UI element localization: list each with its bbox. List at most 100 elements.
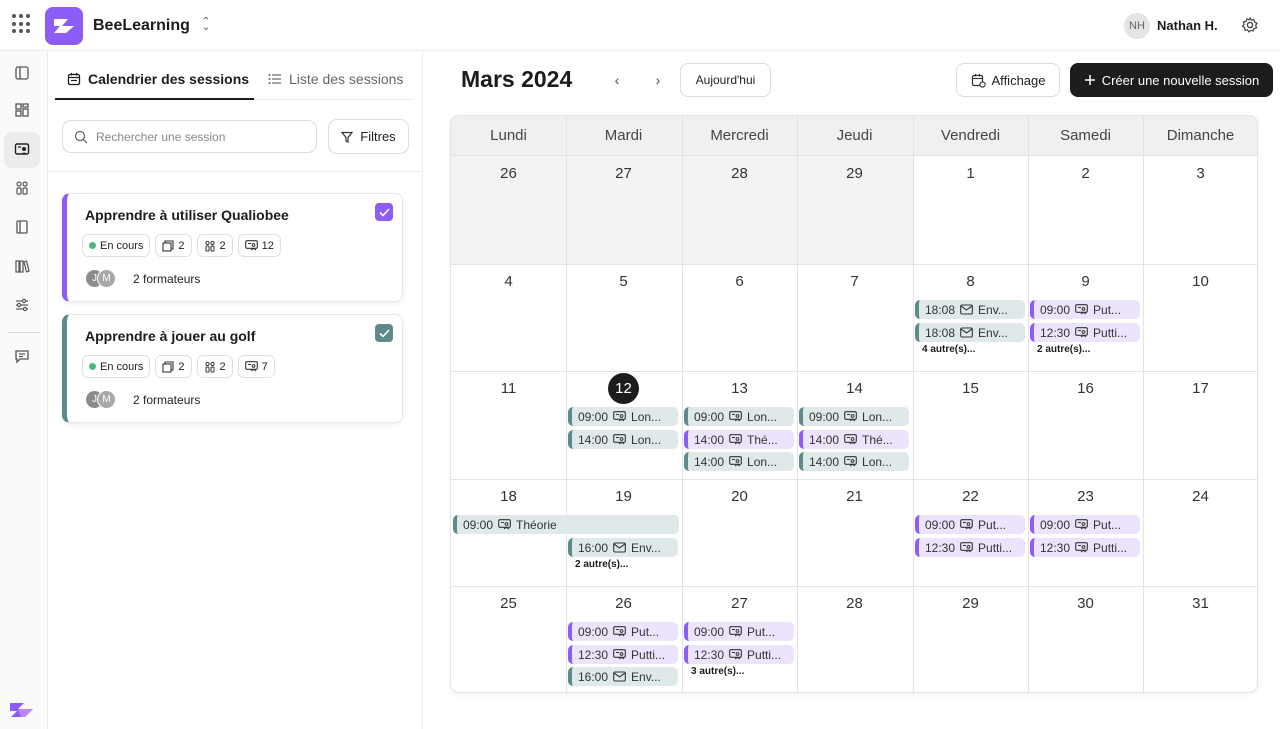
calendar-event[interactable]: 09:00 Put...: [684, 622, 794, 641]
today-date-badge[interactable]: 12: [608, 373, 639, 404]
calendar-event[interactable]: 16:00 Env...: [568, 667, 678, 686]
date-number[interactable]: 27: [682, 595, 797, 612]
date-number[interactable]: 6: [682, 273, 797, 290]
calendar-event[interactable]: 14:00 Lon...: [684, 452, 794, 471]
date-number[interactable]: 1: [913, 165, 1028, 182]
date-number[interactable]: 16: [1028, 380, 1143, 397]
date-number[interactable]: 9: [1028, 273, 1143, 290]
date-number[interactable]: 19: [566, 488, 681, 505]
session-card[interactable]: Apprendre à utiliser Qualiobee En cours 2 2…: [62, 193, 403, 302]
date-number[interactable]: 29: [913, 595, 1028, 612]
user-avatar[interactable]: NH: [1124, 13, 1150, 39]
calendar-event[interactable]: 14:00 Thé...: [684, 430, 794, 449]
learners-chip-value: 2: [219, 239, 226, 252]
calendar-event[interactable]: 09:00 Put...: [1030, 300, 1140, 319]
calendar-event[interactable]: 09:00 Put...: [915, 515, 1025, 534]
library-icon[interactable]: [4, 248, 40, 284]
date-number[interactable]: 13: [682, 380, 797, 397]
user-name[interactable]: Nathan H.: [1157, 18, 1218, 33]
date-number[interactable]: 27: [566, 165, 681, 182]
more-events-link[interactable]: 3 autre(s)...: [691, 666, 744, 677]
app-switcher-icon[interactable]: ⌃ ⌄: [201, 17, 211, 33]
calendar-event[interactable]: 09:00 Put...: [1030, 515, 1140, 534]
date-number[interactable]: 22: [913, 488, 1028, 505]
date-number[interactable]: 14: [797, 380, 912, 397]
app-name[interactable]: BeeLearning: [93, 17, 190, 35]
search-input[interactable]: [96, 129, 306, 144]
date-number[interactable]: 11: [451, 380, 566, 397]
calendar-event[interactable]: 09:00 Théorie: [453, 515, 679, 534]
date-number[interactable]: 21: [797, 488, 912, 505]
date-number[interactable]: 15: [913, 380, 1028, 397]
sidebar-toggle-icon[interactable]: [4, 55, 40, 91]
dashboard-icon[interactable]: [4, 92, 40, 128]
calendar-event[interactable]: 14:00 Lon...: [799, 452, 909, 471]
date-number[interactable]: 29: [797, 165, 912, 182]
messages-icon[interactable]: [4, 338, 40, 374]
date-number[interactable]: 18: [451, 488, 566, 505]
settings-sliders-icon[interactable]: [4, 287, 40, 323]
date-number[interactable]: 3: [1143, 165, 1257, 182]
tab-calendar[interactable]: Calendrier des sessions: [67, 71, 249, 87]
next-month-chevron-icon[interactable]: ›: [648, 69, 668, 91]
filters-button[interactable]: Filtres: [328, 119, 409, 154]
date-number[interactable]: 31: [1143, 595, 1257, 612]
sessions-icon[interactable]: [4, 132, 40, 168]
display-button[interactable]: Affichage: [956, 63, 1060, 97]
date-number[interactable]: 20: [682, 488, 797, 505]
calendar-event[interactable]: 16:00 Env...: [568, 538, 678, 557]
calendar-event[interactable]: 09:00 Lon...: [568, 407, 678, 426]
trainer-avatars: JM: [85, 269, 116, 288]
event-title: Lon...: [631, 409, 662, 424]
learners-icon[interactable]: [4, 170, 40, 206]
date-number[interactable]: 28: [797, 595, 912, 612]
status-dot-icon: [89, 242, 96, 249]
more-events-link[interactable]: 2 autre(s)...: [575, 559, 628, 570]
checkbox-checked-icon[interactable]: [375, 203, 393, 221]
calendar-event[interactable]: 12:30 Putti...: [568, 645, 678, 664]
calendar-event[interactable]: 12:30 Putti...: [915, 538, 1025, 557]
app-logo[interactable]: [45, 7, 83, 45]
date-number[interactable]: 7: [797, 273, 912, 290]
search-box[interactable]: [62, 120, 317, 153]
checkbox-checked-icon[interactable]: [375, 324, 393, 342]
date-number[interactable]: 4: [451, 273, 566, 290]
calendar-event[interactable]: 12:30 Putti...: [1030, 323, 1140, 342]
apps-grid-icon[interactable]: [12, 14, 32, 34]
today-button[interactable]: Aujourd'hui: [680, 63, 771, 97]
calendar-event[interactable]: 14:00 Lon...: [568, 430, 678, 449]
date-number[interactable]: 24: [1143, 488, 1257, 505]
date-number[interactable]: 23: [1028, 488, 1143, 505]
date-number[interactable]: 28: [682, 165, 797, 182]
calendar-event[interactable]: 09:00 Put...: [568, 622, 678, 641]
more-events-link[interactable]: 4 autre(s)...: [922, 344, 975, 355]
event-title: Putti...: [631, 647, 666, 662]
settings-gear-icon[interactable]: [1241, 16, 1259, 34]
calendar-event[interactable]: 12:30 Putti...: [684, 645, 794, 664]
event-time: 09:00: [463, 517, 494, 532]
create-session-button[interactable]: Créer une nouvelle session: [1070, 63, 1273, 97]
more-events-link[interactable]: 2 autre(s)...: [1037, 344, 1090, 355]
date-number[interactable]: 8: [913, 273, 1028, 290]
date-number[interactable]: 5: [566, 273, 681, 290]
event-time: 18:08: [925, 302, 956, 317]
calendar-event[interactable]: 14:00 Thé...: [799, 430, 909, 449]
tab-list[interactable]: Liste des sessions: [268, 71, 403, 87]
date-number[interactable]: 26: [566, 595, 681, 612]
date-number[interactable]: 26: [451, 165, 566, 182]
mail-icon: [613, 542, 626, 553]
calendar-event[interactable]: 12:30 Putti...: [1030, 538, 1140, 557]
previous-month-chevron-icon[interactable]: ‹: [607, 69, 627, 91]
calendar-event[interactable]: 09:00 Lon...: [799, 407, 909, 426]
date-number[interactable]: 30: [1028, 595, 1143, 612]
calendar-event[interactable]: 09:00 Lon...: [684, 407, 794, 426]
calendar-event[interactable]: 18:08 Env...: [915, 323, 1025, 342]
session-icon: [729, 411, 742, 422]
catalog-icon[interactable]: [4, 209, 40, 245]
date-number[interactable]: 25: [451, 595, 566, 612]
calendar-event[interactable]: 18:08 Env...: [915, 300, 1025, 319]
session-card[interactable]: Apprendre à jouer au golf En cours 2 2 7 J M 2 …: [62, 314, 403, 423]
date-number[interactable]: 2: [1028, 165, 1143, 182]
date-number[interactable]: 10: [1143, 273, 1257, 290]
date-number[interactable]: 17: [1143, 380, 1257, 397]
